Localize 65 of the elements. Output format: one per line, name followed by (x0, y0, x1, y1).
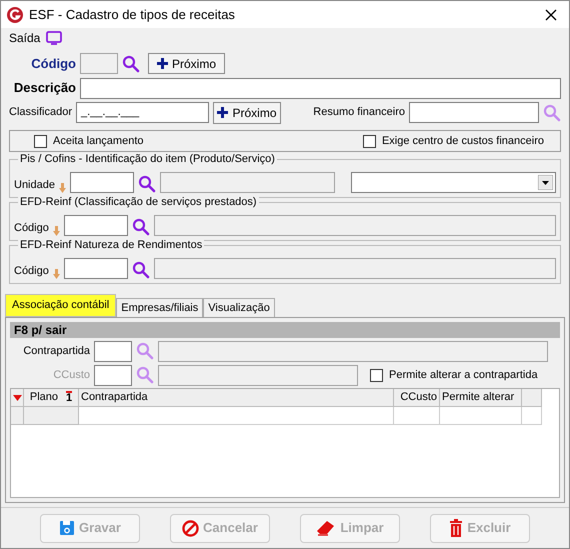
search-icon[interactable] (132, 218, 150, 236)
input-field[interactable] (80, 53, 118, 74)
section-header: F8 p/ sair (10, 322, 560, 338)
input-field[interactable] (94, 364, 132, 386)
column-header[interactable]: Plano 1 (24, 389, 79, 407)
checkbox-label: Aceita lançamento (53, 134, 144, 149)
column-header[interactable]: Permite alterar (440, 389, 522, 407)
group-title: Pis / Cofins - Identificação do item (Produto/Serviço) (18, 152, 277, 166)
field-label: Contrapartida (22, 344, 90, 359)
input-field[interactable] (64, 258, 128, 279)
field-label: Código (14, 264, 49, 278)
next-button[interactable]: Próximo (148, 53, 226, 74)
grid-cell (522, 407, 542, 425)
checkbox[interactable] (370, 368, 383, 382)
field-label: CCusto (52, 368, 90, 383)
menu-item[interactable]: Saída (9, 29, 40, 47)
close-icon[interactable] (545, 8, 557, 20)
prohibited-icon (182, 520, 200, 536)
field-label: Código (30, 54, 76, 73)
checkbox-label: Exige centro de custos financeiro (382, 134, 544, 149)
down-arrow-icon (52, 226, 60, 236)
grid-cell (24, 407, 79, 425)
grid-cell (394, 407, 440, 425)
tab[interactable]: Associação contábil (5, 294, 116, 317)
checkbox[interactable] (362, 134, 376, 148)
window-title: ESF - Cadastro de tipos de receitas (29, 6, 236, 24)
tab[interactable]: Empresas/filiais (116, 298, 204, 317)
display-field[interactable] (158, 340, 548, 362)
search-icon[interactable] (132, 261, 150, 279)
column-header[interactable]: CCusto (394, 389, 440, 407)
down-arrow-icon (52, 269, 60, 279)
checkbox-label: Permite alterar a contrapartida (389, 368, 538, 383)
checkbox[interactable] (34, 134, 47, 148)
field-label: Resumo financeiro (313, 105, 405, 120)
input-field[interactable]: _.__.__.___ (76, 102, 209, 123)
plus-icon (157, 58, 168, 69)
input-field[interactable] (64, 215, 128, 236)
sort-order-label: 1 (66, 391, 72, 404)
field-label: Descrição (12, 79, 76, 98)
display-field[interactable] (154, 215, 556, 236)
plus-icon (217, 107, 228, 118)
caret-icon (538, 175, 553, 190)
monitor-icon[interactable] (46, 31, 62, 45)
display-field[interactable] (158, 364, 358, 386)
search-icon[interactable] (122, 54, 140, 72)
app-logo-icon (7, 6, 23, 22)
dropdown[interactable] (350, 172, 556, 193)
group-title: EFD-Reinf (Classificação de serviços prestados) (18, 195, 259, 209)
display-field[interactable] (154, 258, 556, 279)
field-label: Classificador (8, 105, 72, 120)
tab[interactable]: Visualização (203, 298, 275, 317)
column-header[interactable]: Contrapartida (79, 389, 394, 407)
eraser-icon (316, 520, 336, 536)
input-field[interactable] (70, 172, 134, 193)
trash-icon (449, 519, 464, 537)
down-arrow-icon (58, 183, 66, 193)
input-field[interactable] (94, 340, 132, 362)
search-icon[interactable] (138, 175, 156, 193)
down-triangle-icon (12, 394, 22, 400)
next-button[interactable]: Próximo (213, 102, 281, 124)
display-field[interactable] (160, 172, 335, 193)
input-field[interactable] (409, 102, 539, 123)
field-label: Código (14, 220, 49, 236)
input-field[interactable] (80, 78, 561, 98)
field-label: Unidade (14, 178, 55, 192)
